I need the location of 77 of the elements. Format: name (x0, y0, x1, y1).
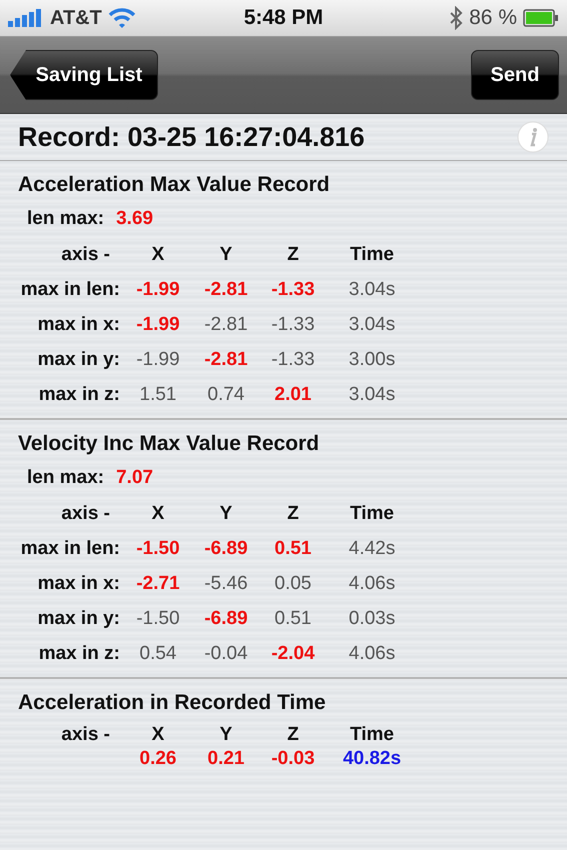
value-cell-text: -2.81 (203, 314, 249, 336)
len-max-label: len max: (27, 208, 104, 230)
value-cell-text: -0.04 (203, 642, 249, 664)
clock: 5:48 PM (244, 6, 324, 30)
value-cell-text: 0.74 (206, 384, 246, 406)
value-cell-text: 4.06s (348, 572, 396, 594)
value-cell-text: -2.81 (203, 348, 249, 370)
row-label: max in len: (20, 538, 121, 560)
column-header: axis - (60, 502, 111, 524)
value-cell-text: 1.51 (138, 384, 178, 406)
row-label: max in len: (20, 278, 121, 300)
wifi-icon (108, 8, 136, 28)
value-cell-text: 3.00s (348, 348, 396, 370)
row-label: max in y: (36, 608, 121, 630)
signal-icon (8, 9, 44, 27)
value-cell-text: 0.51 (274, 608, 312, 630)
column-header: Y (218, 724, 234, 746)
value-cell-text: 3.04s (348, 314, 396, 336)
value-cell-text: -2.81 (203, 278, 249, 300)
value-cell-text: 0.54 (138, 642, 178, 664)
value-cell-text: -1.99 (135, 278, 181, 300)
len-max-value: 7.07 (116, 467, 154, 489)
value-cell-text: 3.04s (348, 278, 396, 300)
column-header: Z (286, 502, 300, 524)
value-cell-text: -1.99 (135, 348, 181, 370)
record-title: Record: 03-25 16:27:04.816 (18, 122, 365, 152)
len-max-label: len max: (27, 467, 104, 489)
value-cell-text: -1.99 (135, 314, 181, 336)
value-cell-text: 0.21 (206, 748, 246, 770)
row-label: max in x: (36, 572, 121, 594)
len-max-value: 3.69 (116, 208, 154, 230)
column-header: Time (348, 502, 395, 524)
section-title: Acceleration in Recorded Time (17, 690, 327, 716)
value-cell-text: -1.33 (270, 314, 316, 336)
value-cell-text: 40.82s (342, 748, 402, 770)
value-cell-text: 2.01 (274, 384, 312, 406)
column-header: axis - (60, 244, 111, 266)
section-title: Acceleration Max Value Record (17, 172, 331, 198)
value-cell-text: 0.26 (138, 748, 178, 770)
row-label: max in z: (38, 384, 121, 406)
value-cell-text: -1.33 (270, 278, 316, 300)
column-header: Z (286, 724, 300, 746)
value-cell-text: 0.05 (274, 572, 312, 594)
value-cell-text: -1.33 (270, 348, 316, 370)
value-cell-text: -2.71 (135, 572, 181, 594)
back-button[interactable]: Saving List (10, 50, 158, 100)
column-header: X (150, 502, 166, 524)
value-cell-text: -5.46 (203, 572, 249, 594)
column-header: X (150, 244, 166, 266)
row-label: max in y: (36, 348, 121, 370)
column-header: Z (286, 244, 300, 266)
value-cell-text: 0.51 (274, 538, 312, 560)
column-header: Y (218, 502, 234, 524)
value-cell-text: -0.03 (270, 748, 316, 770)
battery-icon (523, 9, 559, 27)
value-cell-text: 3.04s (348, 384, 396, 406)
column-header: Time (348, 724, 395, 746)
value-cell-text: -6.89 (203, 538, 249, 560)
value-cell-text: -1.50 (135, 538, 181, 560)
value-cell-text: 4.42s (348, 538, 396, 560)
value-cell-text: -6.89 (203, 608, 249, 630)
bluetooth-icon (449, 6, 464, 30)
column-header: Y (218, 244, 234, 266)
battery-percent: 86 % (469, 6, 517, 30)
section-title: Velocity Inc Max Value Record (17, 431, 320, 457)
value-cell-text: 4.06s (348, 642, 396, 664)
value-cell-text: -1.50 (135, 608, 181, 630)
row-label: max in z: (38, 642, 121, 664)
column-header: Time (348, 244, 395, 266)
row-label: max in x: (36, 314, 121, 336)
info-icon[interactable] (517, 121, 549, 153)
column-header: X (150, 724, 166, 746)
value-cell-text: 0.03s (348, 608, 396, 630)
column-header: axis - (60, 724, 111, 746)
send-button[interactable]: Send (471, 50, 559, 100)
value-cell-text: -2.04 (270, 642, 316, 664)
carrier-name: AT&T (50, 6, 102, 30)
